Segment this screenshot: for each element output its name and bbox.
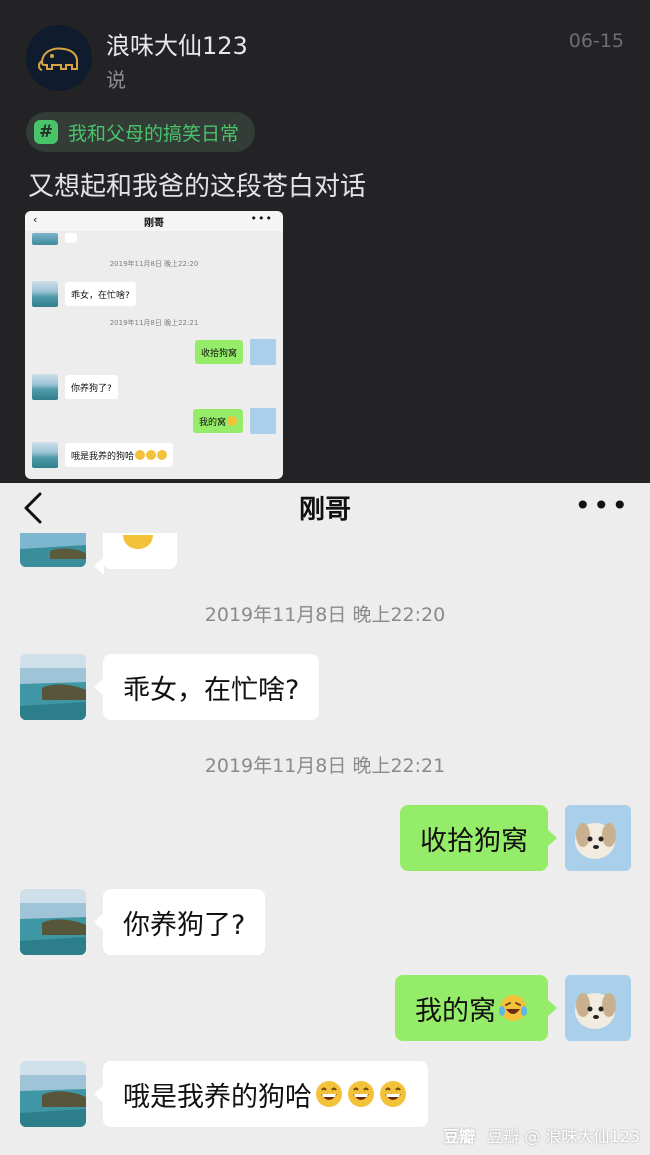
self-avatar[interactable] — [565, 805, 631, 871]
message-bubble: 你养狗了? — [93, 889, 266, 955]
post-text: 又想起和我爸的这段苍白对话 — [28, 172, 367, 202]
chat-screenshot: 刚哥 ••• 2019年11月8日 晚上22:20 乖女，在忙啥? 2019年1… — [0, 483, 650, 1155]
author-avatar[interactable] — [26, 25, 92, 91]
timestamp: 2019年11月8日 晚上22:21 — [204, 755, 446, 777]
thumb-back-icon: ‹ — [33, 213, 38, 226]
thumb-avatar-self — [250, 339, 276, 365]
topic-label: 我和父母的搞笑日常 — [68, 122, 240, 145]
thumb-bubble: 乖女，在忙啥? — [65, 282, 136, 306]
douban-logo: 豆瓣 — [443, 1127, 476, 1146]
thumb-timestamp: 2019年11月8日 晚上22:20 — [109, 260, 199, 268]
contact-avatar[interactable] — [20, 654, 86, 720]
post-verb: 说 — [106, 68, 126, 92]
thumb-avatar — [32, 374, 58, 400]
chat-header: 刚哥 ••• — [0, 483, 650, 533]
message-bubble: 乖女，在忙啥? — [93, 654, 320, 720]
post-image-thumbnail[interactable]: ‹ 刚哥 ••• 2019年11月8日 晚上22:20 乖女，在忙啥? 2019… — [25, 211, 283, 479]
message-text: 我的窝 — [415, 995, 496, 1027]
timestamp: 2019年11月8日 晚上22:20 — [204, 604, 446, 626]
contact-avatar[interactable] — [20, 1061, 86, 1127]
thumb-avatar-self — [250, 408, 276, 434]
contact-avatar[interactable] — [20, 889, 86, 955]
thumb-title: 刚哥 — [144, 217, 164, 229]
thumb-bubble: 你养狗了? — [65, 375, 118, 399]
message-bubble: 收拾狗窝 — [400, 805, 557, 871]
thumb-avatar — [32, 442, 58, 468]
message-bubble: 我的窝 — [395, 975, 557, 1041]
grinning-emoji-icon — [316, 1081, 342, 1107]
author-name[interactable]: 浪味大仙123 — [106, 26, 248, 61]
message-bubble: 哦是我养的狗哈 — [94, 1061, 428, 1127]
laughing-crying-emoji-icon — [499, 995, 527, 1021]
post-date: 06-15 — [568, 30, 624, 52]
chat-title: 刚哥 — [298, 495, 351, 525]
thumb-bubble-partial — [65, 233, 77, 243]
watermark-text: 豆瓣 @ 浪味大仙123 — [487, 1127, 640, 1146]
thumb-bubble: 收拾狗窝 — [194, 340, 243, 364]
thumb-header: ‹ 刚哥 ••• — [25, 211, 283, 231]
grinning-emoji-icon — [380, 1081, 406, 1107]
message-bubble-partial — [94, 533, 177, 575]
thumb-bubble: 我的窝 — [192, 409, 243, 433]
thumb-more-icon: ••• — [250, 212, 273, 225]
post-card: 浪味大仙123 说 06-15 # 我和父母的搞笑日常 又想起和我爸的这段苍白对… — [0, 0, 650, 483]
thumb-bubble: 哦是我养的狗哈 — [65, 443, 174, 467]
topic-tag[interactable]: # 我和父母的搞笑日常 — [26, 112, 256, 152]
message-text: 哦是我养的狗哈 — [123, 1081, 312, 1113]
more-icon[interactable]: ••• — [574, 489, 630, 522]
thumb-avatar — [32, 281, 58, 307]
thumb-timestamp: 2019年11月8日 晚上22:21 — [109, 319, 199, 327]
thumb-avatar — [32, 233, 58, 245]
douban-watermark: 豆瓣 豆瓣 @ 浪味大仙123 — [443, 1123, 640, 1147]
self-avatar[interactable] — [565, 975, 631, 1041]
contact-avatar[interactable] — [20, 533, 86, 567]
grinning-emoji-icon — [348, 1081, 374, 1107]
hashtag-icon: # — [34, 120, 58, 144]
